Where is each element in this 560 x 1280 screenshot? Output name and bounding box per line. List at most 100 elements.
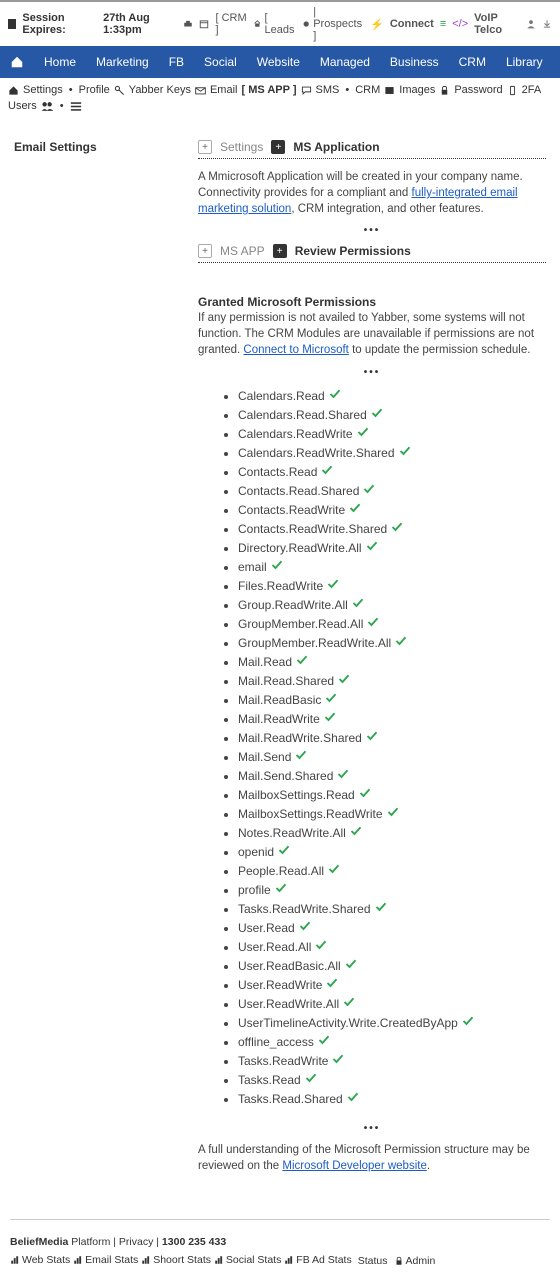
- calendar-icon[interactable]: [199, 19, 209, 29]
- voip-link[interactable]: VoIP Telco: [474, 12, 520, 36]
- check-icon: [375, 901, 387, 916]
- leads-link[interactable]: [ Leads: [253, 12, 296, 36]
- user-icon[interactable]: [526, 19, 536, 29]
- permission-item: User.Read.All: [238, 937, 546, 956]
- footer-separator: [10, 1219, 550, 1220]
- nav-business[interactable]: Business: [380, 46, 449, 78]
- permission-item: People.Read.All: [238, 861, 546, 880]
- check-icon: [278, 844, 290, 859]
- subnav-password[interactable]: Password: [454, 84, 502, 96]
- sep: •: [60, 100, 64, 112]
- footer-stat[interactable]: Social Stats: [214, 1254, 281, 1266]
- check-icon: [326, 977, 338, 992]
- print-icon[interactable]: [183, 19, 193, 29]
- permission-item: Mail.ReadBasic: [238, 690, 546, 709]
- permission-item: User.ReadWrite.All: [238, 994, 546, 1013]
- footer-stat[interactable]: Web Stats: [10, 1254, 70, 1266]
- crm-tag[interactable]: [ CRM ]: [215, 12, 246, 36]
- section-settings-header: + Settings + MS Application: [198, 140, 546, 154]
- footer-admin[interactable]: Admin: [394, 1255, 436, 1267]
- subnav-crm[interactable]: CRM: [355, 84, 380, 96]
- subnav-2fa[interactable]: 2FA: [522, 84, 542, 96]
- bars-icon[interactable]: ≡: [440, 18, 446, 30]
- check-icon: [275, 882, 287, 897]
- lock-icon: [439, 85, 450, 96]
- content-area: Email Settings + Settings + MS Applicati…: [0, 118, 560, 1184]
- menu-icon[interactable]: [70, 101, 82, 112]
- permission-item: Contacts.ReadWrite.Shared: [238, 519, 546, 538]
- nav-library[interactable]: Library: [496, 46, 553, 78]
- nav-home-icon[interactable]: [0, 46, 34, 78]
- subnav-images[interactable]: Images: [399, 84, 435, 96]
- permission-item: Notes.ReadWrite.All: [238, 823, 546, 842]
- expand-icon[interactable]: +: [273, 244, 287, 258]
- expand-icon[interactable]: +: [198, 140, 212, 154]
- permission-item: Tasks.ReadWrite.Shared: [238, 899, 546, 918]
- check-icon: [359, 787, 371, 802]
- permission-item: Mail.Send: [238, 747, 546, 766]
- nav-email[interactable]: Email: [553, 46, 560, 78]
- check-icon: [343, 996, 355, 1011]
- check-icon: [299, 920, 311, 935]
- check-icon: [399, 445, 411, 460]
- left-column: Email Settings: [14, 140, 198, 1174]
- section-label-review: Review Permissions: [295, 244, 411, 258]
- subnav-profile[interactable]: Profile: [79, 84, 110, 96]
- phone-icon: [507, 85, 518, 96]
- permission-item: Tasks.Read: [238, 1070, 546, 1089]
- page-title: Email Settings: [14, 140, 198, 154]
- check-icon: [366, 540, 378, 555]
- download-icon[interactable]: [542, 19, 552, 29]
- footer-stat[interactable]: Shoort Stats: [141, 1254, 211, 1266]
- check-icon: [337, 768, 349, 783]
- users-icon[interactable]: [41, 101, 54, 112]
- subnav-home-icon[interactable]: [8, 85, 19, 96]
- subnav-msapp[interactable]: [ MS APP ]: [241, 84, 296, 96]
- check-icon: [391, 521, 403, 536]
- section-label-msapp2: MS APP: [220, 244, 265, 258]
- nav-marketing[interactable]: Marketing: [86, 46, 159, 78]
- footer-stat[interactable]: FB Ad Stats: [284, 1254, 351, 1266]
- nav-website[interactable]: Website: [247, 46, 310, 78]
- footer-desc: A full understanding of the Microsoft Pe…: [198, 1142, 546, 1174]
- nav-fb[interactable]: FB: [159, 46, 194, 78]
- footer-stat[interactable]: Email Stats: [73, 1254, 138, 1266]
- permission-item: Group.ReadWrite.All: [238, 595, 546, 614]
- permission-item: User.ReadWrite: [238, 975, 546, 994]
- session-time: 27th Aug 1:33pm: [103, 12, 177, 36]
- code-icon[interactable]: </>: [452, 18, 468, 30]
- nav-home[interactable]: Home: [34, 46, 86, 78]
- check-icon: [329, 388, 341, 403]
- prospects-link[interactable]: | Prospects ]: [302, 6, 364, 42]
- check-icon: [462, 1015, 474, 1030]
- nav-crm[interactable]: CRM: [449, 46, 496, 78]
- expand-icon[interactable]: +: [271, 140, 285, 154]
- check-icon: [349, 502, 361, 517]
- check-icon: [318, 1034, 330, 1049]
- main-nav: Home Marketing FB Social Website Managed…: [0, 46, 560, 78]
- key-icon: [114, 85, 125, 96]
- connect-microsoft-link[interactable]: Connect to Microsoft: [243, 344, 348, 356]
- ms-dev-link[interactable]: Microsoft Developer website: [282, 1160, 426, 1172]
- subnav-sms[interactable]: SMS: [316, 84, 340, 96]
- check-icon: [387, 806, 399, 821]
- check-icon: [325, 692, 337, 707]
- check-icon: [315, 939, 327, 954]
- footer-brand: BeliefMedia Platform | Privacy | 1300 23…: [10, 1236, 226, 1248]
- check-icon: [271, 559, 283, 574]
- connect-link[interactable]: Connect: [390, 18, 434, 30]
- subnav-yabber[interactable]: Yabber Keys: [129, 84, 191, 96]
- granted-desc: If any permission is not availed to Yabb…: [198, 310, 546, 358]
- expand-icon[interactable]: +: [198, 244, 212, 258]
- chat-icon: [301, 85, 312, 96]
- subnav-settings[interactable]: Settings: [23, 84, 63, 96]
- permission-item: Files.ReadWrite: [238, 576, 546, 595]
- subnav-users[interactable]: Users: [8, 100, 37, 112]
- nav-managed[interactable]: Managed: [310, 46, 380, 78]
- subnav-email[interactable]: Email: [210, 84, 238, 96]
- permission-item: MailboxSettings.Read: [238, 785, 546, 804]
- permission-item: Calendars.Read: [238, 386, 546, 405]
- check-icon: [327, 578, 339, 593]
- footer-status[interactable]: Status: [358, 1255, 388, 1267]
- nav-social[interactable]: Social: [194, 46, 247, 78]
